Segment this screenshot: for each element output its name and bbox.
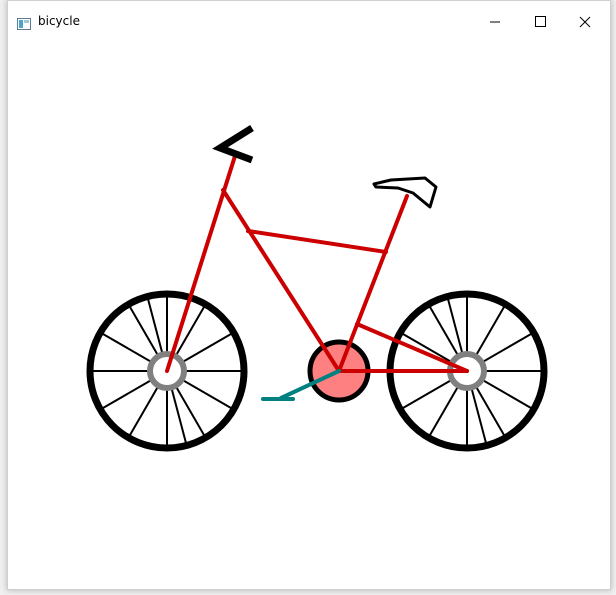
- app-window: bicycle: [7, 0, 611, 590]
- window-app-icon: [17, 15, 31, 30]
- close-icon: [579, 16, 591, 28]
- maximize-button[interactable]: [517, 1, 563, 41]
- minimize-button[interactable]: [472, 1, 518, 41]
- window-title: bicycle: [38, 14, 80, 28]
- minimize-icon: [490, 21, 500, 23]
- seat-stay-tube: [165, 154, 237, 373]
- close-button[interactable]: [562, 1, 608, 41]
- handlebar: [212, 125, 254, 164]
- title-bar[interactable]: bicycle: [8, 1, 610, 41]
- top-tube: [246, 229, 388, 254]
- maximize-icon: [535, 16, 546, 27]
- bicycle-drawing: [86, 125, 548, 452]
- chain-stay-upper: [355, 322, 469, 373]
- drawing-canvas: [8, 41, 610, 589]
